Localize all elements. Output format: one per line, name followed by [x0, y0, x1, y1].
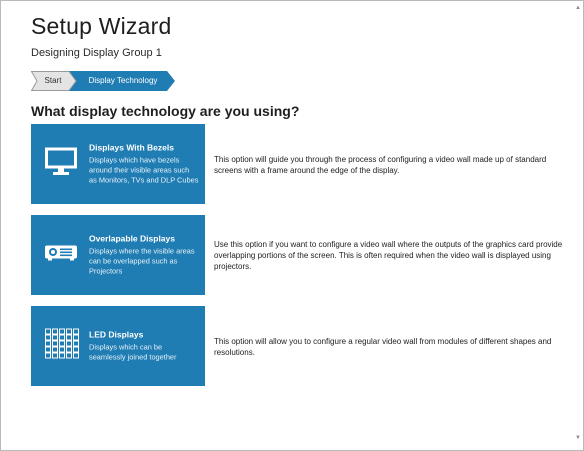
- option-description: Displays which have bezels around their …: [89, 155, 199, 185]
- projector-icon: [45, 244, 77, 267]
- scroll-up-arrow-icon[interactable]: ▲: [575, 5, 581, 11]
- page-title: Setup Wizard: [31, 13, 172, 39]
- page-subtitle: Designing Display Group 1: [31, 47, 162, 59]
- option-card-led[interactable]: LED Displays Displays which can be seaml…: [31, 306, 205, 386]
- option-title: Displays With Bezels: [89, 142, 174, 153]
- vertical-scrollbar[interactable]: ▲ ▼: [575, 3, 581, 443]
- option-title: Overlapable Displays: [89, 233, 175, 244]
- option-card-bezels[interactable]: Displays With Bezels Displays which have…: [31, 124, 205, 204]
- option-explanation-led: This option will allow you to configure …: [214, 337, 552, 357]
- breadcrumb-step-start[interactable]: Start: [31, 71, 77, 91]
- question-heading: What display technology are you using?: [31, 103, 300, 119]
- wizard-window: ▲ ▼ Setup Wizard Designing Display Group…: [0, 0, 584, 451]
- monitor-icon: [45, 147, 77, 181]
- option-description: Displays where the visible areas can be …: [89, 246, 195, 276]
- breadcrumb-step-label: Start: [44, 76, 62, 85]
- option-title: LED Displays: [89, 329, 144, 340]
- breadcrumb-step-label: Display Technology: [88, 76, 158, 85]
- option-card-overlapable[interactable]: Overlapable Displays Displays where the …: [31, 215, 205, 295]
- led-grid-icon: [45, 328, 79, 364]
- option-description: Displays which can be seamlessly joined …: [89, 342, 177, 362]
- option-explanation-overlapable: Use this option if you want to configure…: [214, 240, 563, 271]
- breadcrumb-step-display-technology[interactable]: Display Technology: [69, 71, 175, 91]
- scroll-down-arrow-icon[interactable]: ▼: [575, 435, 581, 441]
- option-explanation-bezels: This option will guide you through the p…: [214, 155, 547, 175]
